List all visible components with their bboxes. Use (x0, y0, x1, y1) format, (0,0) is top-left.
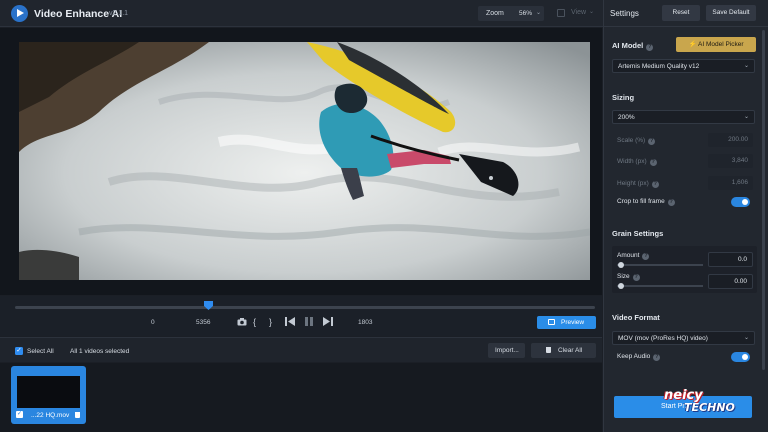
lightning-icon: ⚡ (688, 41, 697, 48)
video-frame[interactable] (19, 42, 590, 280)
grain-size-slider[interactable] (617, 285, 703, 287)
ai-model-section-title: AI Model? (612, 41, 654, 51)
keep-audio-toggle[interactable] (731, 352, 750, 362)
video-thumbnail[interactable]: ✓ ...22 HQ.mov (11, 366, 86, 424)
video-preview-area (0, 28, 602, 295)
width-field: 3,840 (708, 154, 753, 168)
set-out-point-icon[interactable]: } (269, 317, 272, 327)
watermark-logo: neicy TECHNO (664, 388, 756, 418)
app-version: v2.1.1 (109, 10, 129, 17)
ai-model-picker-label: AI Model Picker (698, 41, 744, 48)
view-label: View (571, 9, 587, 16)
video-frame-image (19, 42, 590, 280)
set-in-point-icon[interactable]: { (253, 317, 256, 327)
zoom-label: Zoom (486, 10, 504, 17)
grain-size-field[interactable]: 0.00 (708, 274, 753, 289)
selection-bar: ✓ Select All All 1 videos selected Impor… (0, 337, 602, 362)
pause-icon[interactable] (305, 317, 313, 328)
help-icon[interactable]: ? (642, 253, 650, 260)
help-icon[interactable]: ? (649, 159, 657, 166)
import-button[interactable]: Import... (488, 343, 525, 358)
preview-button[interactable]: Preview (537, 316, 596, 329)
end-timecode: 1803 (358, 319, 373, 326)
selected-count-text: All 1 videos selected (70, 348, 130, 355)
zoom-dropdown[interactable]: Zoom 56% ⌄ (478, 6, 544, 21)
crop-to-fill-toggle[interactable] (731, 197, 750, 207)
video-list: ✓ ...22 HQ.mov (0, 363, 602, 432)
grain-amount-slider[interactable] (617, 264, 703, 266)
ai-model-picker-button[interactable]: ⚡ AI Model Picker (676, 37, 756, 52)
settings-panel: Settings Reset Save Default AI Model? ⚡ … (603, 0, 768, 432)
step-back-icon[interactable] (285, 317, 295, 328)
grain-size-label: Size? (617, 273, 640, 281)
ai-model-title: AI Model (612, 41, 644, 50)
select-all-checkbox[interactable]: ✓ (15, 347, 23, 355)
clear-all-button[interactable]: Clear All (531, 343, 596, 358)
settings-scrollbar[interactable] (762, 30, 765, 370)
save-default-button[interactable]: Save Default (706, 5, 756, 21)
crop-to-fill-label: Crop to fill frame? (617, 198, 675, 206)
help-icon[interactable]: ? (648, 138, 656, 145)
current-timecode: 5356 (196, 319, 211, 326)
thumbnail-image (17, 376, 80, 408)
import-label: Import... (495, 347, 519, 354)
preview-label: Preview (561, 319, 585, 326)
sizing-preset-dropdown[interactable]: 200% ⌄ (612, 110, 755, 124)
sizing-title: Sizing (612, 93, 635, 102)
app-logo-icon (11, 5, 28, 22)
grain-amount-slider-knob[interactable] (618, 262, 624, 268)
select-all-label: Select All (27, 348, 54, 355)
help-icon[interactable]: ? (651, 181, 659, 188)
chevron-down-icon: ⌄ (743, 114, 749, 120)
settings-header: Settings Reset Save Default (604, 0, 768, 27)
scale-field: 200.00 (708, 133, 753, 147)
video-format-dropdown[interactable]: MOV (mov (ProRes HQ) video) ⌄ (612, 331, 755, 345)
watermark-line2: TECHNO (684, 401, 735, 414)
height-field: 1,606 (708, 176, 753, 190)
keep-audio-label: Keep Audio? (617, 353, 661, 361)
help-icon[interactable]: ? (653, 354, 661, 361)
start-timecode: 0 (151, 319, 155, 326)
reset-button[interactable]: Reset (662, 5, 700, 21)
video-format-title: Video Format (612, 313, 660, 322)
scale-label: Scale (%)? (617, 137, 656, 145)
grain-size-slider-knob[interactable] (618, 283, 624, 289)
thumbnail-checkbox[interactable]: ✓ (16, 411, 23, 418)
trash-icon (546, 347, 551, 353)
height-label: Height (px)? (617, 180, 659, 188)
trash-icon[interactable] (75, 412, 80, 418)
grain-amount-label: Amount? (617, 252, 650, 260)
step-forward-icon[interactable] (323, 317, 333, 328)
camera-icon[interactable] (237, 318, 247, 328)
chevron-down-icon: ⌄ (743, 335, 749, 341)
help-icon[interactable]: ? (646, 44, 654, 51)
thumbnail-filename: ...22 HQ.mov (31, 412, 70, 419)
ai-model-dropdown[interactable]: Artemis Medium Quality v12 ⌄ (612, 59, 755, 73)
zoom-value: 56% (519, 10, 533, 17)
clear-all-label: Clear All (558, 347, 583, 354)
grain-amount-field[interactable]: 0.0 (708, 252, 753, 267)
ai-model-selected: Artemis Medium Quality v12 (618, 63, 700, 70)
chevron-down-icon: ⌄ (589, 9, 595, 15)
chevron-down-icon: ⌄ (536, 10, 542, 16)
chevron-down-icon: ⌄ (743, 63, 749, 69)
help-icon[interactable]: ? (667, 199, 675, 206)
timeline: 0 5356 { } 1803 Preview (0, 296, 602, 336)
sizing-preset-value: 200% (618, 114, 635, 121)
timeline-track[interactable] (15, 306, 595, 309)
grain-settings-title: Grain Settings (612, 229, 664, 238)
video-format-value: MOV (mov (ProRes HQ) video) (618, 335, 708, 342)
settings-title: Settings (610, 9, 639, 18)
help-icon[interactable]: ? (632, 274, 640, 281)
preview-icon (548, 319, 555, 325)
view-checkbox[interactable] (557, 9, 565, 17)
width-label: Width (px)? (617, 158, 657, 166)
